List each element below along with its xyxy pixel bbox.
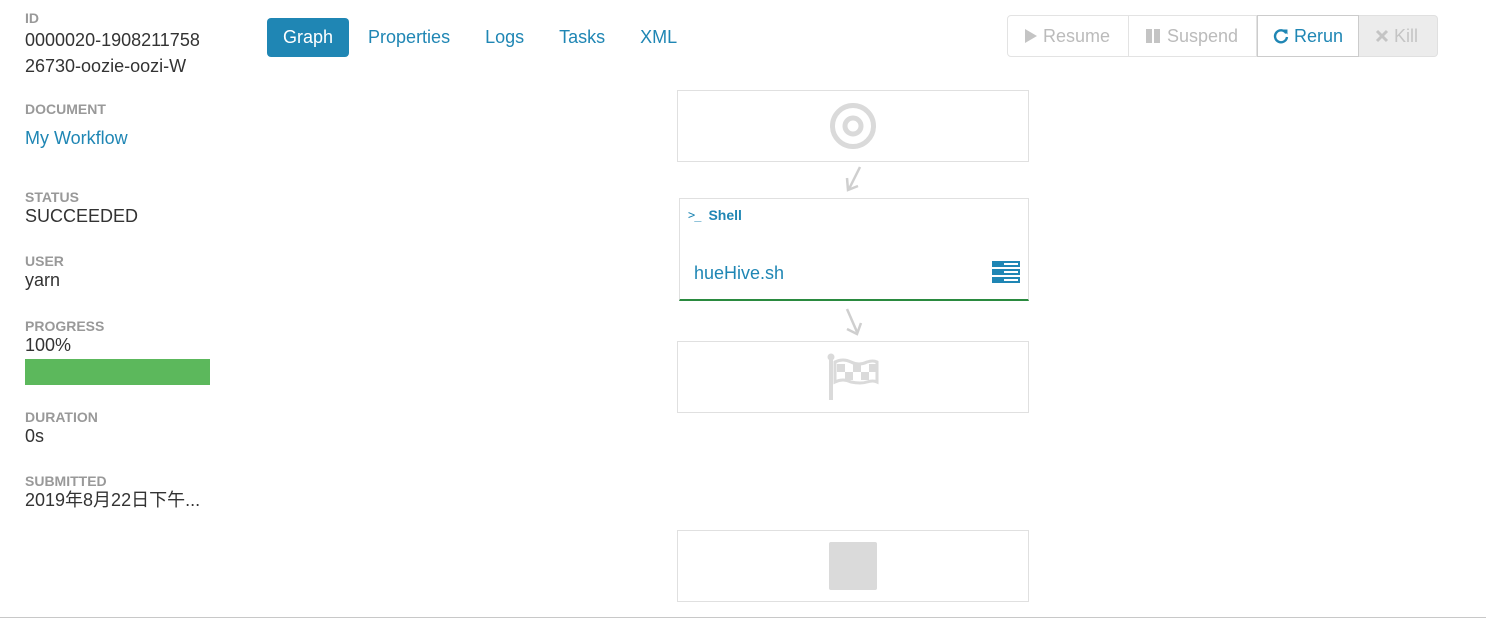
pause-icon	[1146, 29, 1160, 43]
tab-logs[interactable]: Logs	[469, 18, 540, 57]
terminal-icon: >_	[688, 208, 701, 222]
submitted-field: SUBMITTED 2019年8月22日下午...	[25, 473, 225, 511]
tab-graph[interactable]: Graph	[267, 18, 350, 57]
suspend-label: Suspend	[1167, 25, 1239, 46]
end-flag-icon	[827, 353, 879, 400]
shell-type-label: Shell	[708, 207, 742, 223]
kill-node	[677, 530, 1029, 602]
resume-button[interactable]: Resume	[1007, 15, 1129, 57]
progress-value: 100%	[25, 335, 72, 355]
shell-script-name[interactable]: hueHive.sh	[694, 263, 784, 284]
user-field: USER yarn	[25, 253, 64, 291]
user-value: yarn	[25, 270, 61, 290]
duration-value: 0s	[25, 426, 45, 446]
progress-bar	[25, 359, 210, 385]
status-label: STATUS	[25, 189, 79, 205]
progress-label: PROGRESS	[25, 318, 105, 334]
id-field: ID 0000020-190821175826730-oozie-oozi-W	[25, 10, 225, 79]
view-tabs: Graph Properties Logs Tasks XML	[267, 18, 696, 57]
progress-bar-fill	[25, 359, 210, 385]
arrow-start-to-shell-icon	[845, 166, 862, 192]
suspend-button[interactable]: Suspend	[1129, 15, 1257, 57]
workflow-actions: Resume Suspend Rerun Kill	[1007, 15, 1438, 57]
workflow-info-sidebar: ID 0000020-190821175826730-oozie-oozi-W …	[25, 10, 225, 510]
arrow-shell-to-end-icon	[845, 308, 863, 336]
kill-label: Kill	[1394, 25, 1419, 46]
tab-tasks[interactable]: Tasks	[543, 18, 621, 57]
duration-field: DURATION 0s	[25, 409, 98, 447]
document-field: DOCUMENT My Workflow	[25, 101, 128, 149]
status-field: STATUS SUCCEEDED	[25, 189, 138, 227]
resume-label: Resume	[1043, 25, 1111, 46]
end-node	[677, 341, 1029, 413]
status-value: SUCCEEDED	[25, 206, 139, 226]
user-label: USER	[25, 253, 64, 269]
tab-xml[interactable]: XML	[624, 18, 693, 57]
id-value: 0000020-190821175826730-oozie-oozi-W	[25, 30, 200, 76]
bottom-divider	[0, 617, 1486, 618]
id-label: ID	[25, 10, 39, 26]
shell-action-node[interactable]: >_ Shell hueHive.sh	[679, 198, 1029, 301]
rerun-label: Rerun	[1293, 25, 1343, 46]
start-node	[677, 90, 1029, 162]
play-icon	[1025, 29, 1037, 43]
close-icon	[1375, 29, 1389, 43]
duration-label: DURATION	[25, 409, 98, 425]
server-stack-icon[interactable]	[992, 261, 1020, 283]
progress-field: PROGRESS 100%	[25, 318, 210, 385]
rerun-button[interactable]: Rerun	[1257, 15, 1359, 57]
shell-node-header: >_ Shell	[688, 207, 742, 223]
submitted-value: 2019年8月22日下午...	[25, 490, 201, 510]
kill-button[interactable]: Kill	[1359, 15, 1438, 57]
document-label: DOCUMENT	[25, 101, 106, 117]
kill-square-icon	[829, 542, 877, 590]
tab-properties[interactable]: Properties	[352, 18, 466, 57]
start-target-icon	[830, 103, 876, 149]
redo-icon	[1273, 29, 1289, 44]
submitted-label: SUBMITTED	[25, 473, 107, 489]
document-link[interactable]: My Workflow	[25, 128, 128, 149]
